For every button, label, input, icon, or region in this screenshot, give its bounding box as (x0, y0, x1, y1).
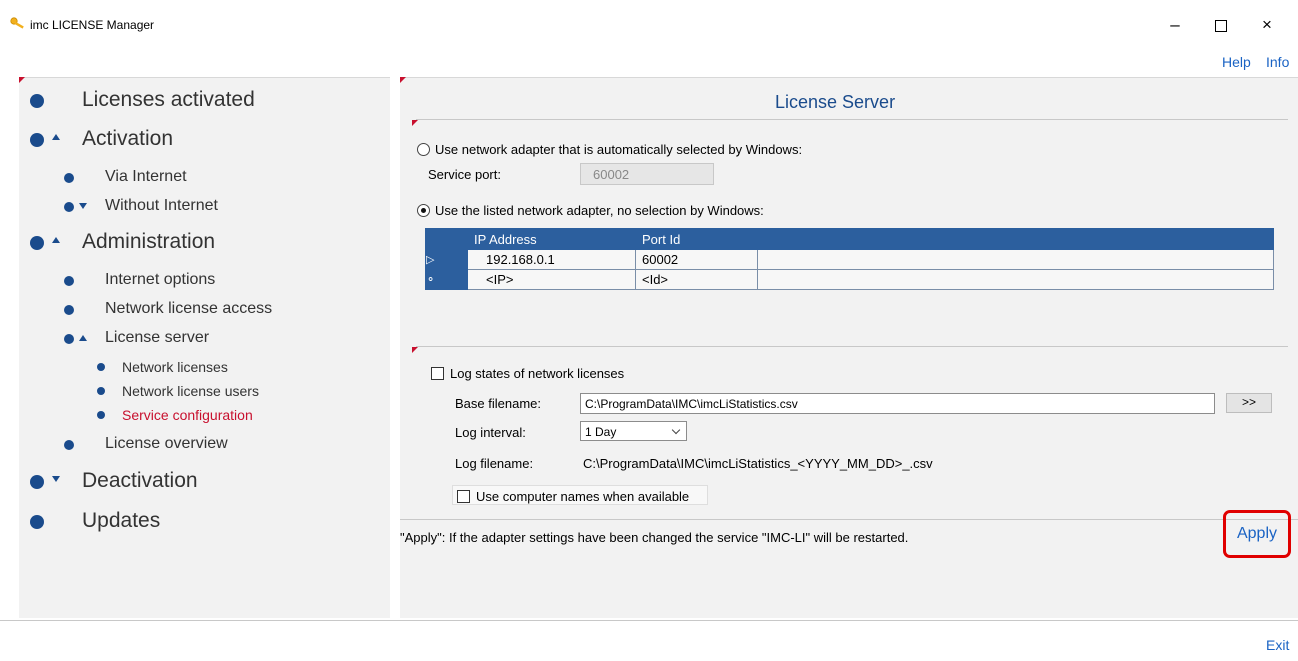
checkbox-icon (457, 490, 470, 503)
chevron-down-icon (671, 425, 681, 435)
table-cell[interactable]: <Id> (635, 269, 758, 290)
nav-label: License server (105, 329, 210, 346)
computer-names-label: Use computer names when available (476, 489, 690, 504)
expand-arrow-icon (52, 476, 60, 482)
log-interval-value: 1 Day (585, 425, 617, 439)
help-link[interactable]: Help (1222, 54, 1251, 70)
bullet-icon (30, 94, 44, 108)
bullet-icon (97, 411, 105, 419)
divider (416, 119, 1288, 120)
divider (416, 346, 1288, 347)
bullet-icon (64, 202, 74, 212)
current-row-icon: ▷ (425, 249, 468, 270)
radio-selected-icon (417, 204, 430, 217)
page-title: License Server (775, 92, 896, 112)
close-button[interactable]: × (1244, 10, 1290, 40)
nav-label: Activation (82, 127, 174, 150)
bullet-icon (30, 475, 44, 489)
collapse-arrow-icon (52, 237, 60, 243)
footer-divider (0, 620, 1298, 621)
new-row-icon: ⚬ (425, 269, 468, 290)
bullet-icon (97, 387, 105, 395)
nav-label: Via Internet (105, 168, 187, 185)
table-cell (757, 269, 1274, 290)
bullet-icon (64, 173, 74, 183)
maximize-icon (1215, 19, 1227, 32)
bullet-icon (97, 363, 105, 371)
window-title: imc LICENSE Manager (30, 18, 155, 32)
bullet-icon (64, 334, 74, 344)
listed-adapter-label: Use the listed network adapter, no selec… (435, 203, 764, 218)
log-interval-label: Log interval: (455, 425, 526, 440)
section-marker (412, 347, 418, 353)
table-cell[interactable]: <IP> (467, 269, 636, 290)
table-row[interactable]: ▷ 192.168.0.1 60002 (425, 249, 1274, 270)
nav-label: License overview (105, 435, 228, 452)
table-header: IP Address Port Id (425, 228, 1274, 250)
apply-button[interactable]: Apply (1223, 510, 1291, 558)
nav-label: Internet options (105, 271, 216, 288)
base-filename-field[interactable]: C:\ProgramData\IMC\imcLiStatistics.csv (580, 393, 1215, 414)
maximize-button[interactable] (1198, 10, 1244, 40)
bullet-icon (64, 276, 74, 286)
column-header-ip[interactable]: IP Address (467, 228, 636, 250)
nav-label: Deactivation (82, 469, 198, 492)
bullet-icon (64, 440, 74, 450)
log-states-checkbox[interactable]: Log states of network licenses (431, 366, 624, 381)
info-link[interactable]: Info (1266, 54, 1289, 70)
apply-note: "Apply": If the adapter settings have be… (400, 530, 909, 545)
key-icon (10, 17, 24, 29)
bullet-icon (30, 133, 44, 147)
nav-label: Network licenses (122, 359, 228, 375)
base-filename-label: Base filename: (455, 396, 541, 411)
table-cell[interactable]: 192.168.0.1 (467, 249, 636, 270)
browse-button[interactable]: >> (1226, 393, 1272, 413)
column-header-port[interactable]: Port Id (635, 228, 758, 250)
log-filename-label: Log filename: (455, 456, 534, 471)
nav-label: Updates (82, 509, 161, 532)
table-cell[interactable]: 60002 (635, 249, 758, 270)
radio-icon (417, 143, 430, 156)
computer-names-checkbox[interactable]: Use computer names when available (452, 485, 708, 505)
expand-arrow-icon (79, 203, 87, 209)
column-header-empty (757, 228, 1274, 250)
section-marker (412, 120, 418, 126)
divider (400, 519, 1298, 520)
corner-marker (400, 77, 406, 83)
checkbox-icon (431, 367, 444, 380)
adapter-table: IP Address Port Id ▷ 192.168.0.1 60002 ⚬… (425, 228, 1274, 290)
minimize-button[interactable]: – (1152, 10, 1198, 40)
nav-label: Licenses activated (82, 88, 255, 111)
header-corner (425, 228, 468, 250)
navigation-sidebar (19, 77, 390, 618)
service-port-field[interactable]: 60002 (580, 163, 714, 185)
title-bar: imc LICENSE Manager – × (0, 0, 1298, 46)
table-cell (757, 249, 1274, 270)
corner-marker (19, 77, 25, 83)
auto-adapter-option[interactable]: Use network adapter that is automaticall… (417, 142, 802, 157)
auto-adapter-label: Use network adapter that is automaticall… (435, 142, 803, 157)
listed-adapter-option[interactable]: Use the listed network adapter, no selec… (417, 203, 764, 218)
nav-label: Administration (82, 230, 216, 253)
collapse-arrow-icon (52, 134, 60, 140)
bullet-icon (64, 305, 74, 315)
service-port-label: Service port: (428, 167, 501, 182)
nav-label: Service configuration (122, 407, 253, 423)
table-row[interactable]: ⚬ <IP> <Id> (425, 269, 1274, 290)
exit-link[interactable]: Exit (1266, 637, 1289, 653)
nav-label: Network license users (122, 383, 259, 399)
bullet-icon (30, 515, 44, 529)
bullet-icon (30, 236, 44, 250)
log-filename-value: C:\ProgramData\IMC\imcLiStatistics_<YYYY… (583, 456, 933, 471)
nav-label: Network license access (105, 300, 273, 317)
log-interval-dropdown[interactable]: 1 Day (580, 421, 687, 441)
collapse-arrow-icon (79, 335, 87, 341)
nav-label: Without Internet (105, 197, 218, 214)
log-states-label: Log states of network licenses (450, 366, 625, 381)
